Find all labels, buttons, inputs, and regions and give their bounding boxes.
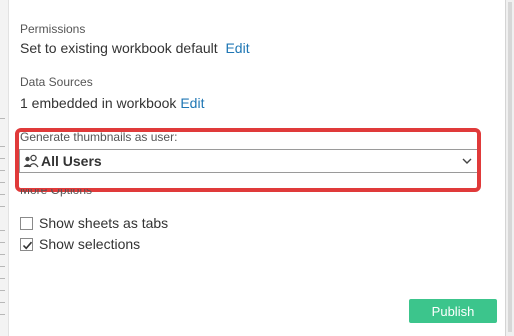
show-selections-option[interactable]: Show selections [20,236,140,252]
checkmark-icon [22,241,33,249]
permissions-edit-link[interactable]: Edit [225,40,249,56]
permissions-value: Set to existing workbook default [20,40,218,56]
highlight-annotation [15,128,481,192]
data-sources-edit-link[interactable]: Edit [180,95,204,111]
show-selections-checkbox[interactable] [20,237,33,251]
publish-button[interactable]: Publish [409,299,497,323]
dialog-scrollbar[interactable] [505,0,514,336]
permissions-label: Permissions [20,22,86,36]
show-sheets-as-tabs-option[interactable]: Show sheets as tabs [20,215,168,231]
permissions-value-row: Set to existing workbook default Edit [20,40,250,56]
more-options-label: More Options [20,189,93,197]
background-window-edge [0,0,9,336]
data-sources-value: 1 embedded in workbook [20,95,177,111]
show-sheets-as-tabs-checkbox[interactable] [20,216,33,230]
data-sources-label: Data Sources [20,75,93,89]
data-sources-value-row: 1 embedded in workbook Edit [20,95,204,111]
show-selections-label: Show selections [39,236,141,252]
show-sheets-as-tabs-label: Show sheets as tabs [39,215,169,231]
